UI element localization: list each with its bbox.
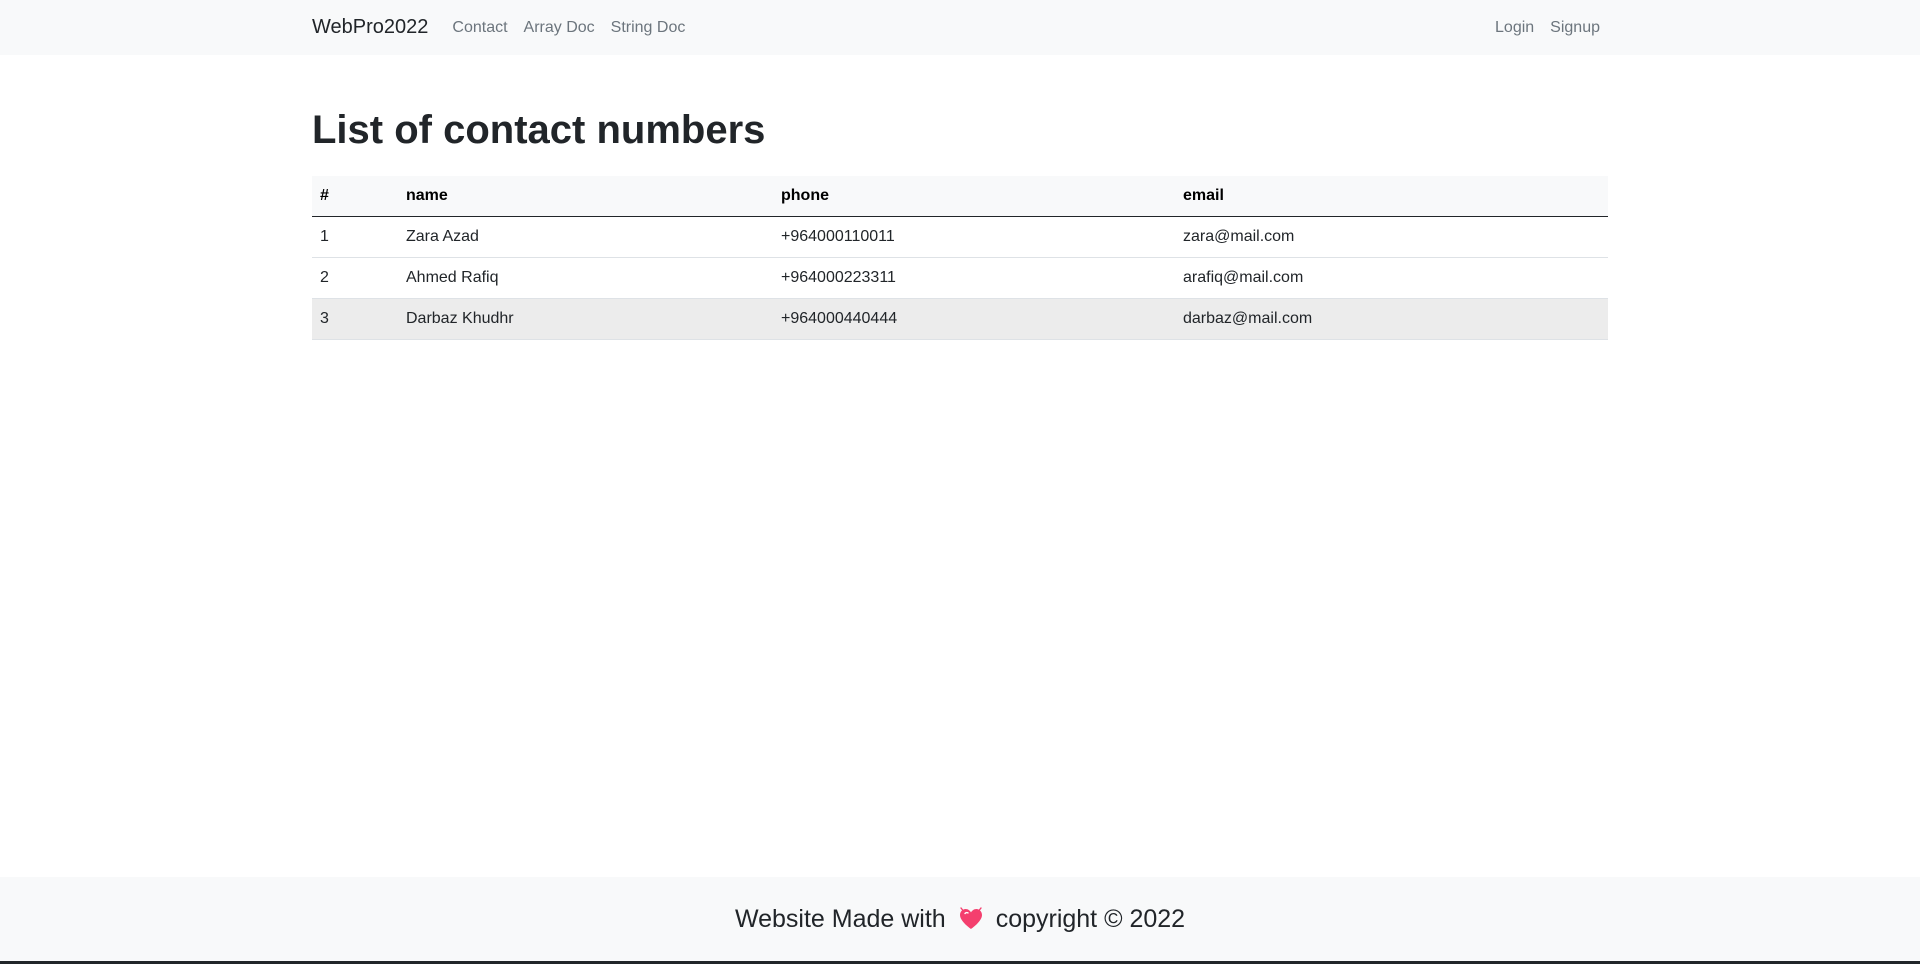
table-row: 3 Darbaz Khudhr +964000440444 darbaz@mai…	[312, 298, 1608, 340]
header-phone: phone	[773, 176, 1175, 217]
cell-number: 2	[312, 257, 398, 299]
header-number: #	[312, 176, 398, 217]
footer-text-before: Website Made with	[734, 904, 946, 933]
nav-right-group: Login Signup	[1479, 19, 1608, 37]
header-name: name	[398, 176, 773, 217]
table-row: 2 Ahmed Rafiq +964000223311 arafiq@mail.…	[312, 257, 1608, 299]
main-content: List of contact numbers # name phone ema…	[312, 100, 1608, 340]
cell-name: Darbaz Khudhr	[398, 298, 773, 340]
heart-icon	[958, 907, 984, 931]
nav-link-login[interactable]: Login	[1495, 19, 1534, 37]
footer-text-after: copyright © 2022	[995, 904, 1186, 933]
cell-email: arafiq@mail.com	[1175, 257, 1608, 299]
cell-phone: +964000223311	[773, 257, 1175, 299]
cell-name: Ahmed Rafiq	[398, 257, 773, 299]
table-row: 1 Zara Azad +964000110011 zara@mail.com	[312, 216, 1608, 258]
brand-link[interactable]: WebPro2022	[312, 16, 428, 39]
cell-phone: +964000110011	[773, 216, 1175, 258]
cell-phone: +964000440444	[773, 298, 1175, 340]
header-email: email	[1175, 176, 1608, 217]
navbar-inner: WebPro2022 Contact Array Doc String Doc …	[312, 0, 1608, 55]
nav-link-contact[interactable]: Contact	[452, 19, 507, 37]
footer: Website Made with copyright © 2022	[0, 877, 1920, 961]
page-title: List of contact numbers	[312, 108, 766, 152]
nav-link-string-doc[interactable]: String Doc	[611, 19, 686, 37]
cell-email: darbaz@mail.com	[1175, 298, 1608, 340]
nav-link-signup[interactable]: Signup	[1550, 19, 1600, 37]
page: WebPro2022 Contact Array Doc String Doc …	[0, 0, 1920, 964]
navbar: WebPro2022 Contact Array Doc String Doc …	[0, 0, 1920, 55]
cell-email: zara@mail.com	[1175, 216, 1608, 258]
cell-name: Zara Azad	[398, 216, 773, 258]
cell-number: 3	[312, 298, 398, 340]
table-header-row: # name phone email	[312, 176, 1608, 217]
contacts-table: # name phone email 1 Zara Azad +96400011…	[312, 176, 1608, 340]
cell-number: 1	[312, 216, 398, 258]
nav-link-array-doc[interactable]: Array Doc	[524, 19, 595, 37]
